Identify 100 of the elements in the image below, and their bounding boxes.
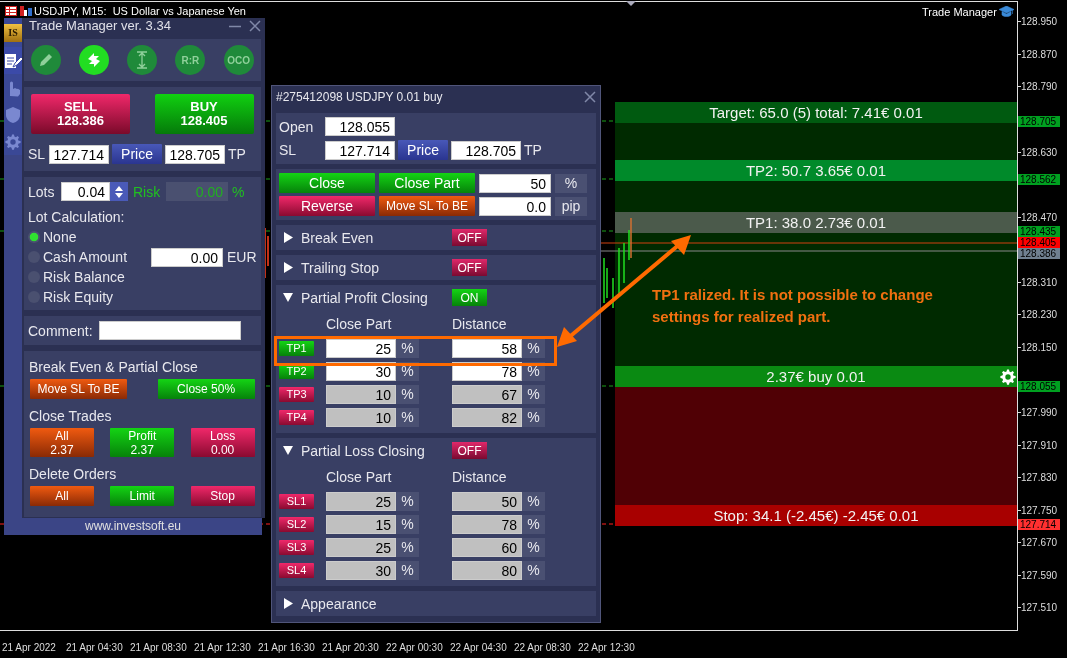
unit-label: % xyxy=(522,339,545,358)
sell-button[interactable]: SELL 128.386 xyxy=(31,94,130,134)
unit-label: pip xyxy=(555,196,587,216)
spinner-icon[interactable] xyxy=(110,182,128,201)
column-header: Close Part xyxy=(326,315,393,334)
toggle-switch[interactable]: OFF xyxy=(452,442,487,459)
triangle-icon[interactable] xyxy=(626,1,636,7)
shield-icon xyxy=(4,105,22,124)
unit-label: % xyxy=(396,561,419,580)
price-tag: 128.705 xyxy=(1018,116,1060,127)
radio-label: Risk Balance xyxy=(43,269,126,285)
cash-amount-field[interactable]: 0.00 xyxy=(151,247,223,267)
tool-button[interactable] xyxy=(127,45,158,75)
level-label: Target: 65.0 (5) total: 7.41€ 0.01 xyxy=(709,104,923,121)
chart-icon[interactable] xyxy=(20,6,32,16)
currency-label: EUR xyxy=(227,249,257,265)
level-button[interactable]: SL3 xyxy=(279,540,314,555)
price-level-band[interactable]: Stop: 34.1 (-2.45€) -2.45€ 0.01 xyxy=(615,505,1017,526)
grid-icon[interactable] xyxy=(5,6,17,16)
distance-field[interactable]: 67 xyxy=(452,385,522,404)
close-part-field[interactable]: 15 xyxy=(326,515,396,534)
price-button[interactable]: Price xyxy=(398,140,448,160)
close-part-field[interactable]: 10 xyxy=(326,408,396,427)
distance-field[interactable]: 78 xyxy=(452,515,522,534)
price-label: 128.630 xyxy=(1021,146,1058,159)
price-level-band[interactable]: TP2: 50.7 3.65€ 0.01 xyxy=(615,160,1017,181)
level-button[interactable]: TP4 xyxy=(279,410,314,425)
buy-button[interactable]: BUY 128.405 xyxy=(154,94,254,134)
toggle-switch[interactable]: OFF xyxy=(452,259,487,276)
group-title: Break Even & Partial Close xyxy=(29,359,199,375)
action-button[interactable]: Loss 0.00 xyxy=(190,428,255,457)
level-button[interactable]: SL1 xyxy=(279,494,314,509)
lots-field[interactable]: 0.04 xyxy=(61,182,110,201)
close-part-field[interactable]: 10 xyxy=(326,385,396,404)
distance-field[interactable]: 60 xyxy=(452,538,522,557)
level-button[interactable]: SL2 xyxy=(279,517,314,532)
unit-label: % xyxy=(522,515,545,534)
collapse-icon[interactable] xyxy=(283,445,293,456)
comment-field[interactable] xyxy=(99,321,241,340)
price-level-band[interactable]: 2.37€ buy 0.01 xyxy=(615,366,1017,387)
distance-field[interactable]: 50 xyxy=(452,492,522,511)
price-label: 128.790 xyxy=(1021,80,1058,93)
price-label: 128.150 xyxy=(1021,341,1058,354)
unit-label: % xyxy=(522,538,545,557)
pencil-icon xyxy=(38,52,54,68)
candles-drawing xyxy=(264,228,270,278)
tp-label: TP xyxy=(228,146,246,162)
radio-button[interactable] xyxy=(28,231,40,243)
tp-field[interactable]: 128.705 xyxy=(165,144,225,164)
price-button[interactable]: Price xyxy=(112,144,162,164)
toggle-switch[interactable]: OFF xyxy=(452,229,487,246)
sidebar-tab[interactable] xyxy=(4,47,22,74)
price-level-band[interactable]: TP1: 38.0 2.73€ 0.01 xyxy=(615,212,1017,233)
expand-icon[interactable] xyxy=(283,262,293,273)
column-header: Close Part xyxy=(326,468,393,487)
price-label: 127.990 xyxy=(1021,406,1058,419)
price-level-band[interactable]: Target: 65.0 (5) total: 7.41€ 0.01 xyxy=(615,102,1017,123)
unit-label: % xyxy=(396,339,419,358)
distance-field[interactable]: 80 xyxy=(452,561,522,580)
section-title[interactable]: Trailing Stop xyxy=(301,259,452,276)
section-title[interactable]: Partial Loss Closing xyxy=(301,442,452,459)
price-label: 127.510 xyxy=(1021,601,1058,614)
expand-icon[interactable] xyxy=(283,232,293,243)
price-label: 127.750 xyxy=(1021,504,1058,517)
close-part-field[interactable]: 25 xyxy=(326,492,396,511)
close-part-field[interactable]: 30 xyxy=(326,561,396,580)
close-icon[interactable] xyxy=(248,19,261,32)
collapse-icon[interactable] xyxy=(283,292,293,303)
action-button[interactable]: Profit 2.37 xyxy=(110,428,175,457)
value-field[interactable]: 0.0 xyxy=(479,196,551,216)
price-tag: 128.435 xyxy=(1018,226,1060,237)
open-price-field[interactable]: 128.055 xyxy=(325,117,395,136)
comment-label: Comment: xyxy=(28,322,94,339)
level-button[interactable]: SL4 xyxy=(279,563,314,578)
action-button[interactable]: Move SL To BE xyxy=(30,379,127,399)
close-part-field[interactable]: 25 xyxy=(326,538,396,557)
expand-icon[interactable] xyxy=(283,598,293,609)
tp-field[interactable]: 128.705 xyxy=(451,140,521,160)
price-tag: 128.562 xyxy=(1018,174,1060,185)
percent-label: % xyxy=(232,183,245,200)
action-button[interactable]: Stop xyxy=(190,486,255,506)
close-icon[interactable] xyxy=(584,91,596,103)
section-title[interactable]: Break Even xyxy=(301,229,452,246)
value-field[interactable]: 50 xyxy=(479,173,551,193)
action-button[interactable]: Reverse xyxy=(279,196,375,216)
tool-button[interactable] xyxy=(31,45,61,75)
website-link[interactable]: www.investsoft.eu xyxy=(4,518,262,535)
close-part-field[interactable]: 25 xyxy=(326,339,396,358)
sl-field[interactable]: 127.714 xyxy=(325,140,395,160)
action-button[interactable]: Move SL To BE xyxy=(379,196,475,216)
lots-label: Lots xyxy=(28,183,56,200)
sl-field[interactable]: 127.714 xyxy=(49,144,109,164)
distance-field[interactable]: 58 xyxy=(452,339,522,358)
action-button[interactable]: All xyxy=(30,486,94,506)
action-button[interactable]: All 2.37 xyxy=(30,428,94,457)
tool-button[interactable] xyxy=(79,45,110,75)
section-title[interactable]: Partial Profit Closing xyxy=(301,289,452,306)
distance-field[interactable]: 82 xyxy=(452,408,522,427)
settings-icon[interactable] xyxy=(999,368,1017,386)
level-button[interactable]: TP3 xyxy=(279,387,314,402)
